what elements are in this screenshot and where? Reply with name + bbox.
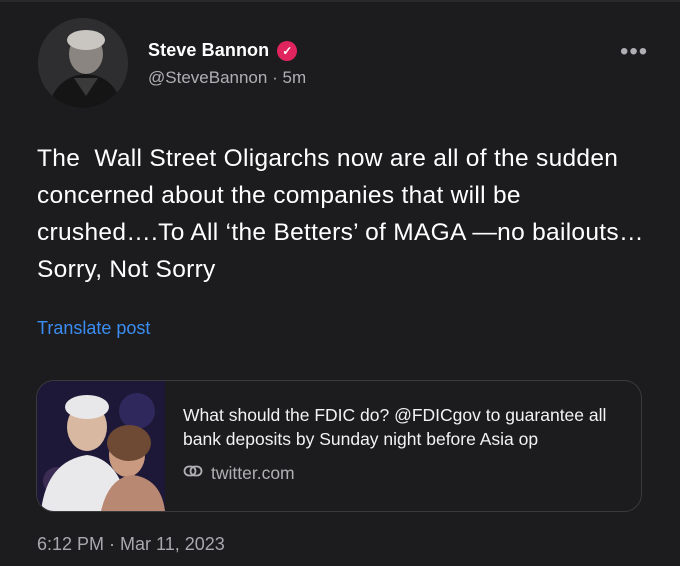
post-text: The Wall Street Oligarchs now are all of…	[37, 145, 644, 283]
author-meta: @SteveBannon · 5m	[148, 68, 306, 88]
card-domain-row: twitter.com	[183, 461, 295, 486]
card-thumbnail	[37, 381, 165, 511]
top-divider	[0, 0, 680, 2]
verified-badge-icon: ✓	[277, 40, 298, 61]
link-icon	[183, 461, 203, 486]
translate-post-link[interactable]: Translate post	[37, 318, 150, 339]
card-domain: twitter.com	[211, 463, 295, 483]
avatar[interactable]	[38, 18, 128, 108]
link-card[interactable]: What should the FDIC do? @FDICgov to gua…	[36, 380, 642, 512]
author-name-row: Steve Bannon ✓	[148, 40, 298, 61]
author-name[interactable]: Steve Bannon	[148, 40, 269, 61]
relative-time[interactable]: 5m	[282, 68, 306, 87]
meta-separator: ·	[272, 68, 278, 87]
avatar-photo	[38, 18, 128, 108]
card-title: What should the FDIC do? @FDICgov to gua…	[183, 405, 607, 449]
more-options-icon[interactable]: •••	[620, 40, 648, 64]
post-timestamp[interactable]: 6:12 PM · Mar 11, 2023	[37, 534, 225, 555]
author-handle[interactable]: @SteveBannon	[148, 68, 267, 87]
